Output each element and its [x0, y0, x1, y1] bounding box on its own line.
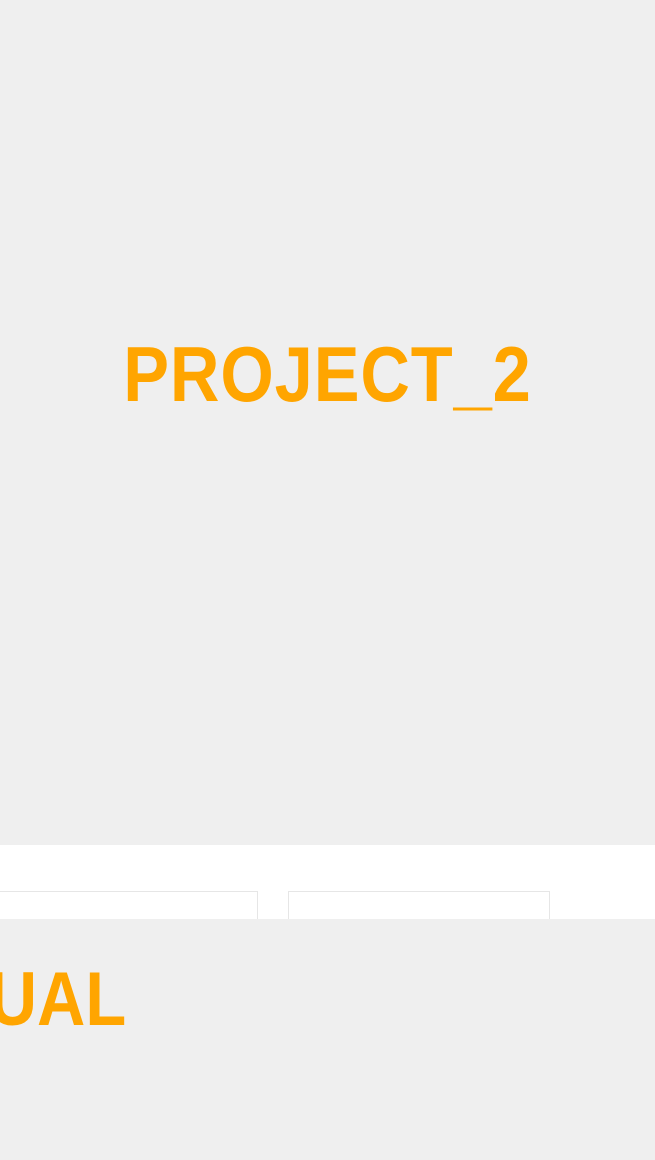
project-card[interactable]	[288, 891, 550, 919]
card-strip	[0, 845, 655, 919]
section-title: UAL	[0, 957, 126, 1042]
project-card[interactable]	[0, 891, 258, 919]
next-section: UAL	[0, 919, 655, 1160]
project-title: PROJECT_2	[123, 330, 532, 418]
project-hero: PROJECT_2	[0, 0, 655, 845]
